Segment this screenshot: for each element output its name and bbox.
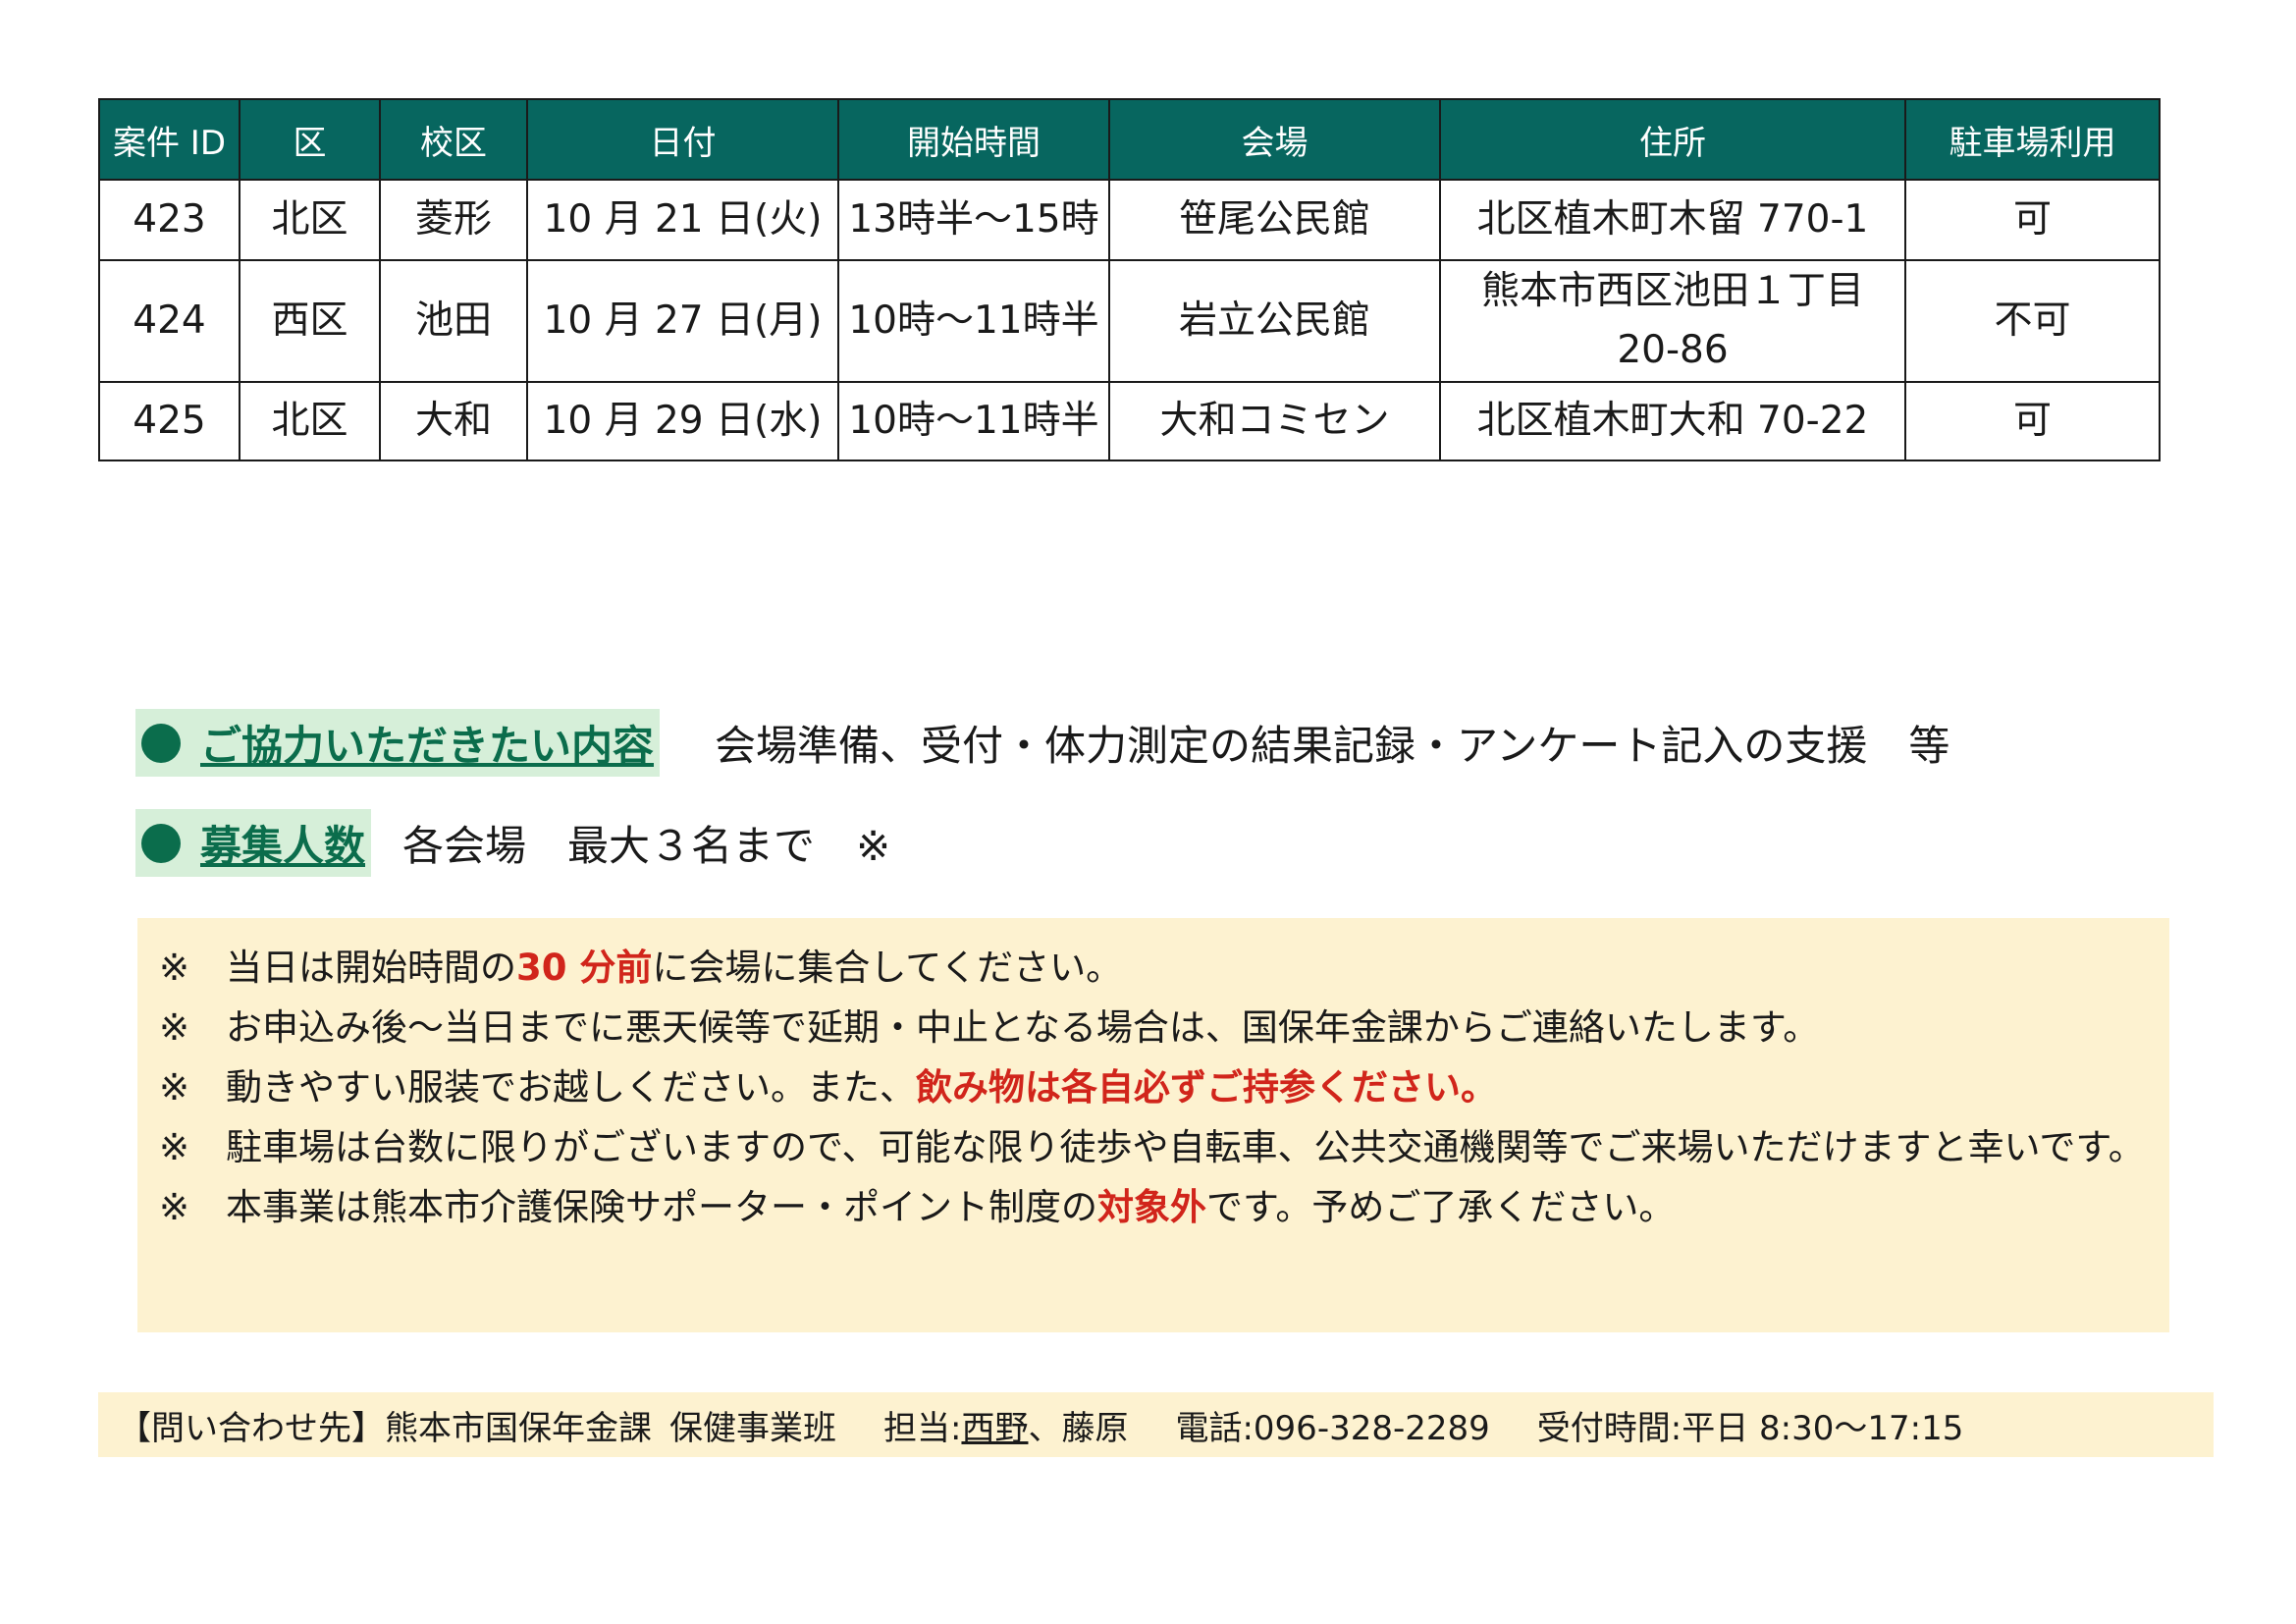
cell-time: 13時半～15時 (837, 179, 1110, 261)
header-ward: 区 (239, 98, 381, 181)
cell-id: 423 (98, 179, 240, 261)
recruitment-body: 各会場 最大３名まで ※ (402, 822, 891, 870)
recruitment-heading-text: 募集人数 (200, 822, 366, 870)
note-item: ※ 駐車場は台数に限りがございますので、可能な限り徒歩や自転車、公共交通機関等で… (159, 1117, 2148, 1177)
contact-staff-primary: 西野 (961, 1408, 1029, 1448)
note-emphasis: 30 分前 (516, 947, 653, 989)
note-text: に会場に集合してください。 (652, 947, 1123, 989)
cell-time: 10時～11時半 (837, 259, 1110, 383)
table-row: 423 北区 菱形 10 月 21 日(火) 13時半～15時 笹尾公民館 北区… (98, 179, 2161, 261)
contact-staff-label: 担当: (883, 1408, 962, 1448)
note-item: ※ 当日は開始時間の30 分前に会場に集合してください。 (159, 938, 2148, 998)
table-row: 424 西区 池田 10 月 27 日(月) 10時～11時半 岩立公民館 熊本… (98, 259, 2161, 383)
cell-school: 大和 (379, 381, 528, 461)
cell-parking: 可 (1904, 381, 2161, 461)
cell-school: 菱形 (379, 179, 528, 261)
cooperation-section: ご協力いただきたい内容 会場準備、受付・体力測定の結果記録・アンケート記入の支援… (135, 709, 1949, 777)
note-text: です。予めご了承ください。 (1206, 1186, 1676, 1228)
note-item: ※ お申込み後～当日までに悪天候等で延期・中止となる場合は、国保年金課からご連絡… (159, 998, 2148, 1057)
cell-ward: 北区 (239, 381, 381, 461)
recruitment-section: 募集人数 各会場 最大３名まで ※ (135, 809, 890, 877)
cooperation-heading: ご協力いただきたい内容 (135, 709, 661, 777)
cooperation-body: 会場準備、受付・体力測定の結果記録・アンケート記入の支援 等 (715, 722, 1950, 770)
bullet-dot-icon (141, 723, 181, 763)
note-text: ※ 当日は開始時間の (159, 947, 517, 989)
cell-address: 北区植木町大和 70-22 (1439, 381, 1906, 461)
header-id: 案件 ID (98, 98, 240, 181)
header-parking: 駐車場利用 (1904, 98, 2161, 181)
note-emphasis: 飲み物は各自必ずご持参ください。 (916, 1066, 1498, 1109)
cell-date: 10 月 29 日(水) (526, 381, 839, 461)
address-line-2: 20-86 (1617, 328, 1729, 372)
schedule-table: 案件 ID 区 校区 日付 開始時間 会場 住所 駐車場利用 423 北区 菱形… (98, 98, 2161, 461)
note-text: ※ 駐車場は台数に限りがございますので、可能な限り徒歩や自転車、公共交通機関等で… (159, 1126, 2145, 1168)
address-line-1: 北区植木町木留 770-1 (1476, 197, 1869, 242)
contact-hours: 受付時間:平日 8:30～17:15 (1536, 1408, 1964, 1448)
note-item: ※ 本事業は熊本市介護保険サポーター・ポイント制度の対象外です。予めご了承くださ… (159, 1177, 2148, 1237)
cell-parking: 不可 (1904, 259, 2161, 383)
cell-parking: 可 (1904, 179, 2161, 261)
notes-box: ※ 当日は開始時間の30 分前に会場に集合してください。 ※ お申込み後～当日ま… (137, 918, 2169, 1332)
header-venue: 会場 (1108, 98, 1441, 181)
cell-venue: 岩立公民館 (1108, 259, 1441, 383)
cell-school: 池田 (379, 259, 528, 383)
header-date: 日付 (526, 98, 839, 181)
address-line-1: 熊本市西区池田１丁目 (1480, 269, 1864, 313)
contact-label: 【問い合わせ先】熊本市国保年金課 (118, 1408, 652, 1448)
table-row: 425 北区 大和 10 月 29 日(水) 10時～11時半 大和コミセン 北… (98, 381, 2161, 461)
note-text: ※ お申込み後～当日までに悪天候等で延期・中止となる場合は、国保年金課からご連絡… (159, 1006, 1820, 1049)
note-item: ※ 動きやすい服装でお越しください。また、飲み物は各自必ずご持参ください。 (159, 1057, 2148, 1117)
header-school: 校区 (379, 98, 528, 181)
cell-id: 424 (98, 259, 240, 383)
cell-venue: 大和コミセン (1108, 381, 1441, 461)
contact-bar: 【問い合わせ先】熊本市国保年金課 保健事業班 担当: 西野 、藤原 電話:096-3… (98, 1392, 2214, 1457)
table-header-row: 案件 ID 区 校区 日付 開始時間 会場 住所 駐車場利用 (98, 98, 2161, 181)
recruitment-heading: 募集人数 (135, 809, 372, 877)
note-emphasis: 対象外 (1097, 1186, 1207, 1228)
cell-date: 10 月 21 日(火) (526, 179, 839, 261)
cooperation-heading-text: ご協力いただきたい内容 (200, 722, 655, 770)
cell-ward: 西区 (239, 259, 381, 383)
cell-address: 北区植木町木留 770-1 (1439, 179, 1906, 261)
contact-phone: 電話:096-328-2289 (1175, 1408, 1490, 1448)
contact-staff-secondary: 、藤原 (1028, 1408, 1129, 1448)
cell-time: 10時～11時半 (837, 381, 1110, 461)
cell-id: 425 (98, 381, 240, 461)
header-address: 住所 (1439, 98, 1906, 181)
bullet-dot-icon (141, 823, 181, 863)
header-time: 開始時間 (837, 98, 1110, 181)
cell-date: 10 月 27 日(月) (526, 259, 839, 383)
cell-ward: 北区 (239, 179, 381, 261)
address-line-1: 北区植木町大和 70-22 (1476, 399, 1869, 443)
cell-address: 熊本市西区池田１丁目 20-86 (1439, 259, 1906, 383)
contact-team: 保健事業班 (669, 1408, 836, 1448)
note-text: ※ 本事業は熊本市介護保険サポーター・ポイント制度の (159, 1186, 1098, 1228)
note-text: ※ 動きやすい服装でお越しください。また、 (159, 1066, 917, 1109)
cell-venue: 笹尾公民館 (1108, 179, 1441, 261)
